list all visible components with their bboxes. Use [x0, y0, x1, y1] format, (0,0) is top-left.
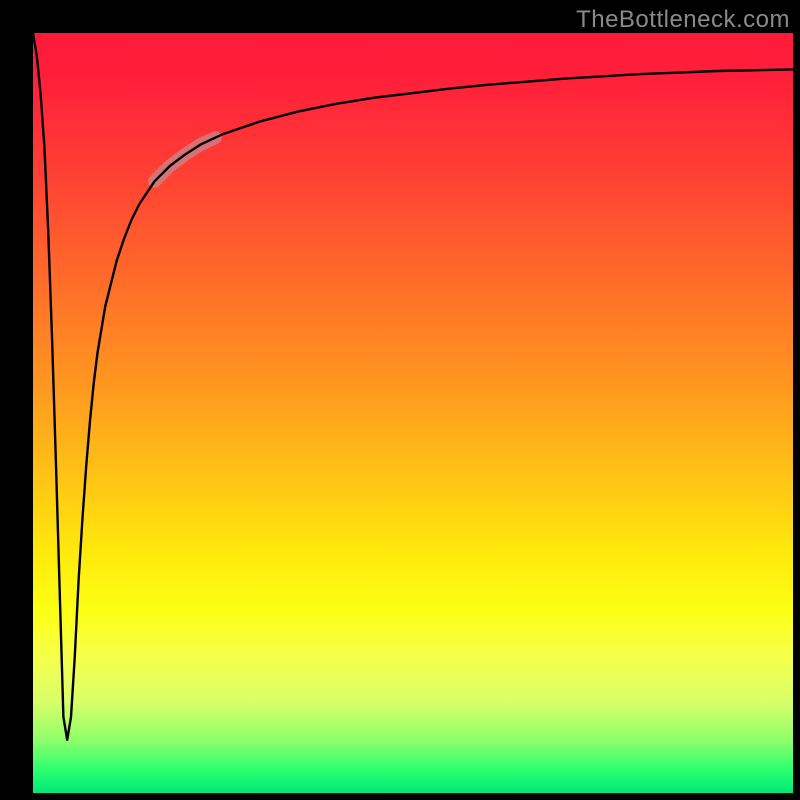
chart-frame: TheBottleneck.com [0, 0, 800, 800]
watermark-text: TheBottleneck.com [576, 6, 790, 34]
curve-layer [33, 33, 793, 793]
highlight-segment [155, 138, 216, 182]
bottleneck-curve [33, 33, 793, 740]
